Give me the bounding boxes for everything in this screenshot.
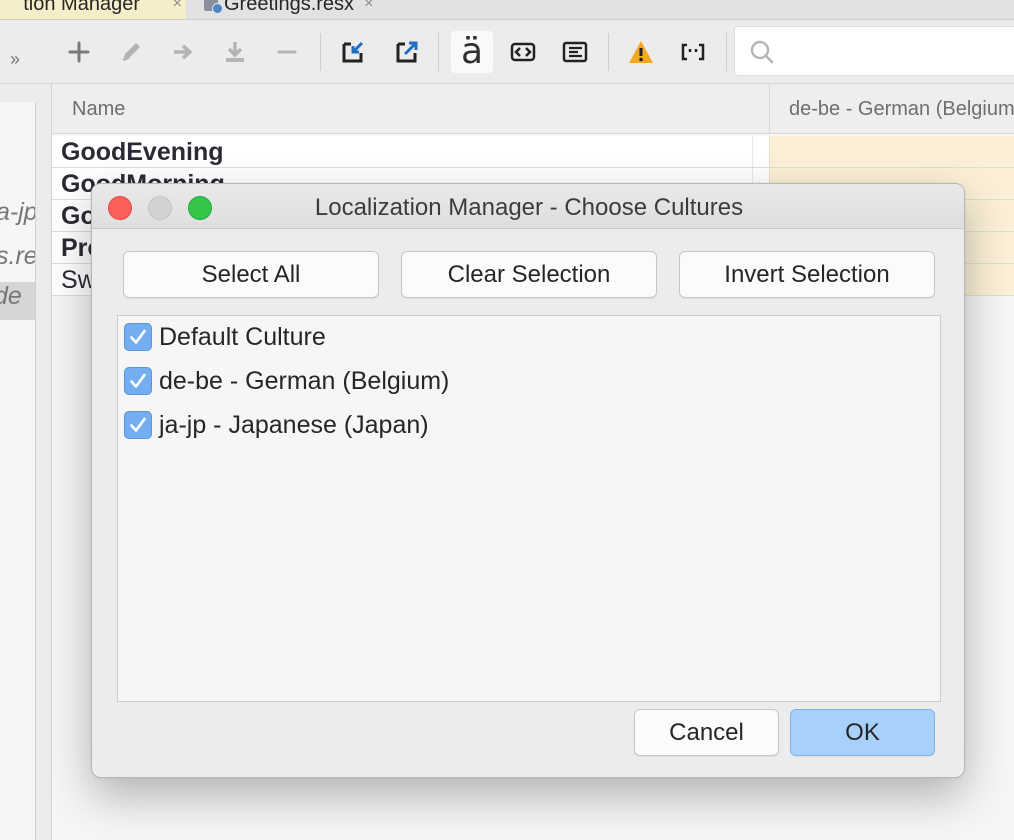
select-all-button[interactable]: Select All [123,251,379,298]
toolbar-separator [608,33,609,71]
move-button[interactable] [164,33,202,71]
dialog-title: Localization Manager - Choose Cultures [314,194,744,221]
checkmark-icon [130,373,146,388]
comments-button[interactable] [674,33,712,71]
more-tools-chevron-icon[interactable]: ›› [10,49,20,70]
cancel-button[interactable]: Cancel [634,709,779,756]
column-header-de-be[interactable]: de-be - German (Belgium) [789,98,1014,121]
download-button[interactable] [216,33,254,71]
plus-icon [68,41,90,63]
editor-tab-bar: tion Manager × Greetings.resx × [0,0,1014,20]
download-icon [226,42,244,62]
tab-localization-manager[interactable]: tion Manager × [0,0,186,19]
text-view-button[interactable] [556,33,594,71]
culture-list[interactable]: Default Culture de-be - German (Belgium)… [117,315,941,702]
grid-header: Name de-be - German (Belgium) [52,84,1014,134]
resource-file-list: a-jp s.re de [0,102,36,840]
culture-label: ja-jp - Japanese (Japan) [159,410,429,439]
checkmark-icon [130,329,146,344]
checkmark-icon [130,417,146,432]
edit-button[interactable] [112,33,150,71]
list-item[interactable]: de-be - German (Belgium) [124,364,449,398]
cell-divider [752,136,753,167]
warnings-button[interactable] [622,33,660,71]
tab-close-icon[interactable]: × [173,0,182,13]
ok-button[interactable]: OK [790,709,935,756]
file-list-item[interactable]: s.re [0,242,35,271]
umlaut-icon[interactable]: ä [451,31,493,73]
code-view-button[interactable] [504,33,542,71]
toolbar-separator [438,33,439,71]
clear-selection-button[interactable]: Clear Selection [401,251,657,298]
translation-cell[interactable] [769,136,1014,167]
search-input[interactable] [734,26,1014,76]
arrow-right-icon [174,44,192,60]
import-button[interactable] [334,33,372,71]
toolbar-separator [320,33,321,71]
tab-close-icon[interactable]: × [364,0,373,13]
invert-selection-button[interactable]: Invert Selection [679,251,935,298]
code-braces-icon [510,42,536,62]
file-list-item-selected[interactable]: de [0,282,35,320]
culture-label: de-be - German (Belgium) [159,366,450,395]
toolbar: ›› ä [0,21,1014,84]
add-button[interactable] [60,33,98,71]
dialog-titlebar[interactable]: Localization Manager - Choose Cultures [92,184,964,229]
row-key: GoodEvening [61,138,224,166]
warning-icon [629,41,653,63]
culture-checkbox[interactable] [124,323,152,351]
export-button[interactable] [388,33,426,71]
import-icon [342,41,364,63]
remove-button[interactable] [268,33,306,71]
tab-label: Greetings.resx [224,0,355,15]
choose-cultures-dialog: Localization Manager - Choose Cultures S… [91,183,965,778]
minus-icon [277,50,297,54]
export-icon [396,41,418,63]
list-item[interactable]: ja-jp - Japanese (Japan) [124,408,429,442]
pencil-icon [122,43,140,61]
text-align-icon [562,41,588,63]
resx-file-icon [204,0,223,14]
list-item[interactable]: Default Culture [124,320,326,354]
culture-checkbox[interactable] [124,411,152,439]
culture-checkbox[interactable] [124,367,152,395]
file-list-item[interactable]: a-jp [0,198,35,227]
culture-label: Default Culture [159,322,326,351]
search-icon [750,40,774,64]
column-header-name[interactable]: Name [72,98,125,121]
column-divider [769,84,770,134]
toolbar-separator [726,33,727,71]
table-row[interactable]: GoodEvening [52,136,1014,168]
tab-greetings-resx[interactable]: Greetings.resx × [196,0,456,19]
quote-brackets-icon [681,43,705,61]
tab-label: tion Manager [23,0,140,15]
